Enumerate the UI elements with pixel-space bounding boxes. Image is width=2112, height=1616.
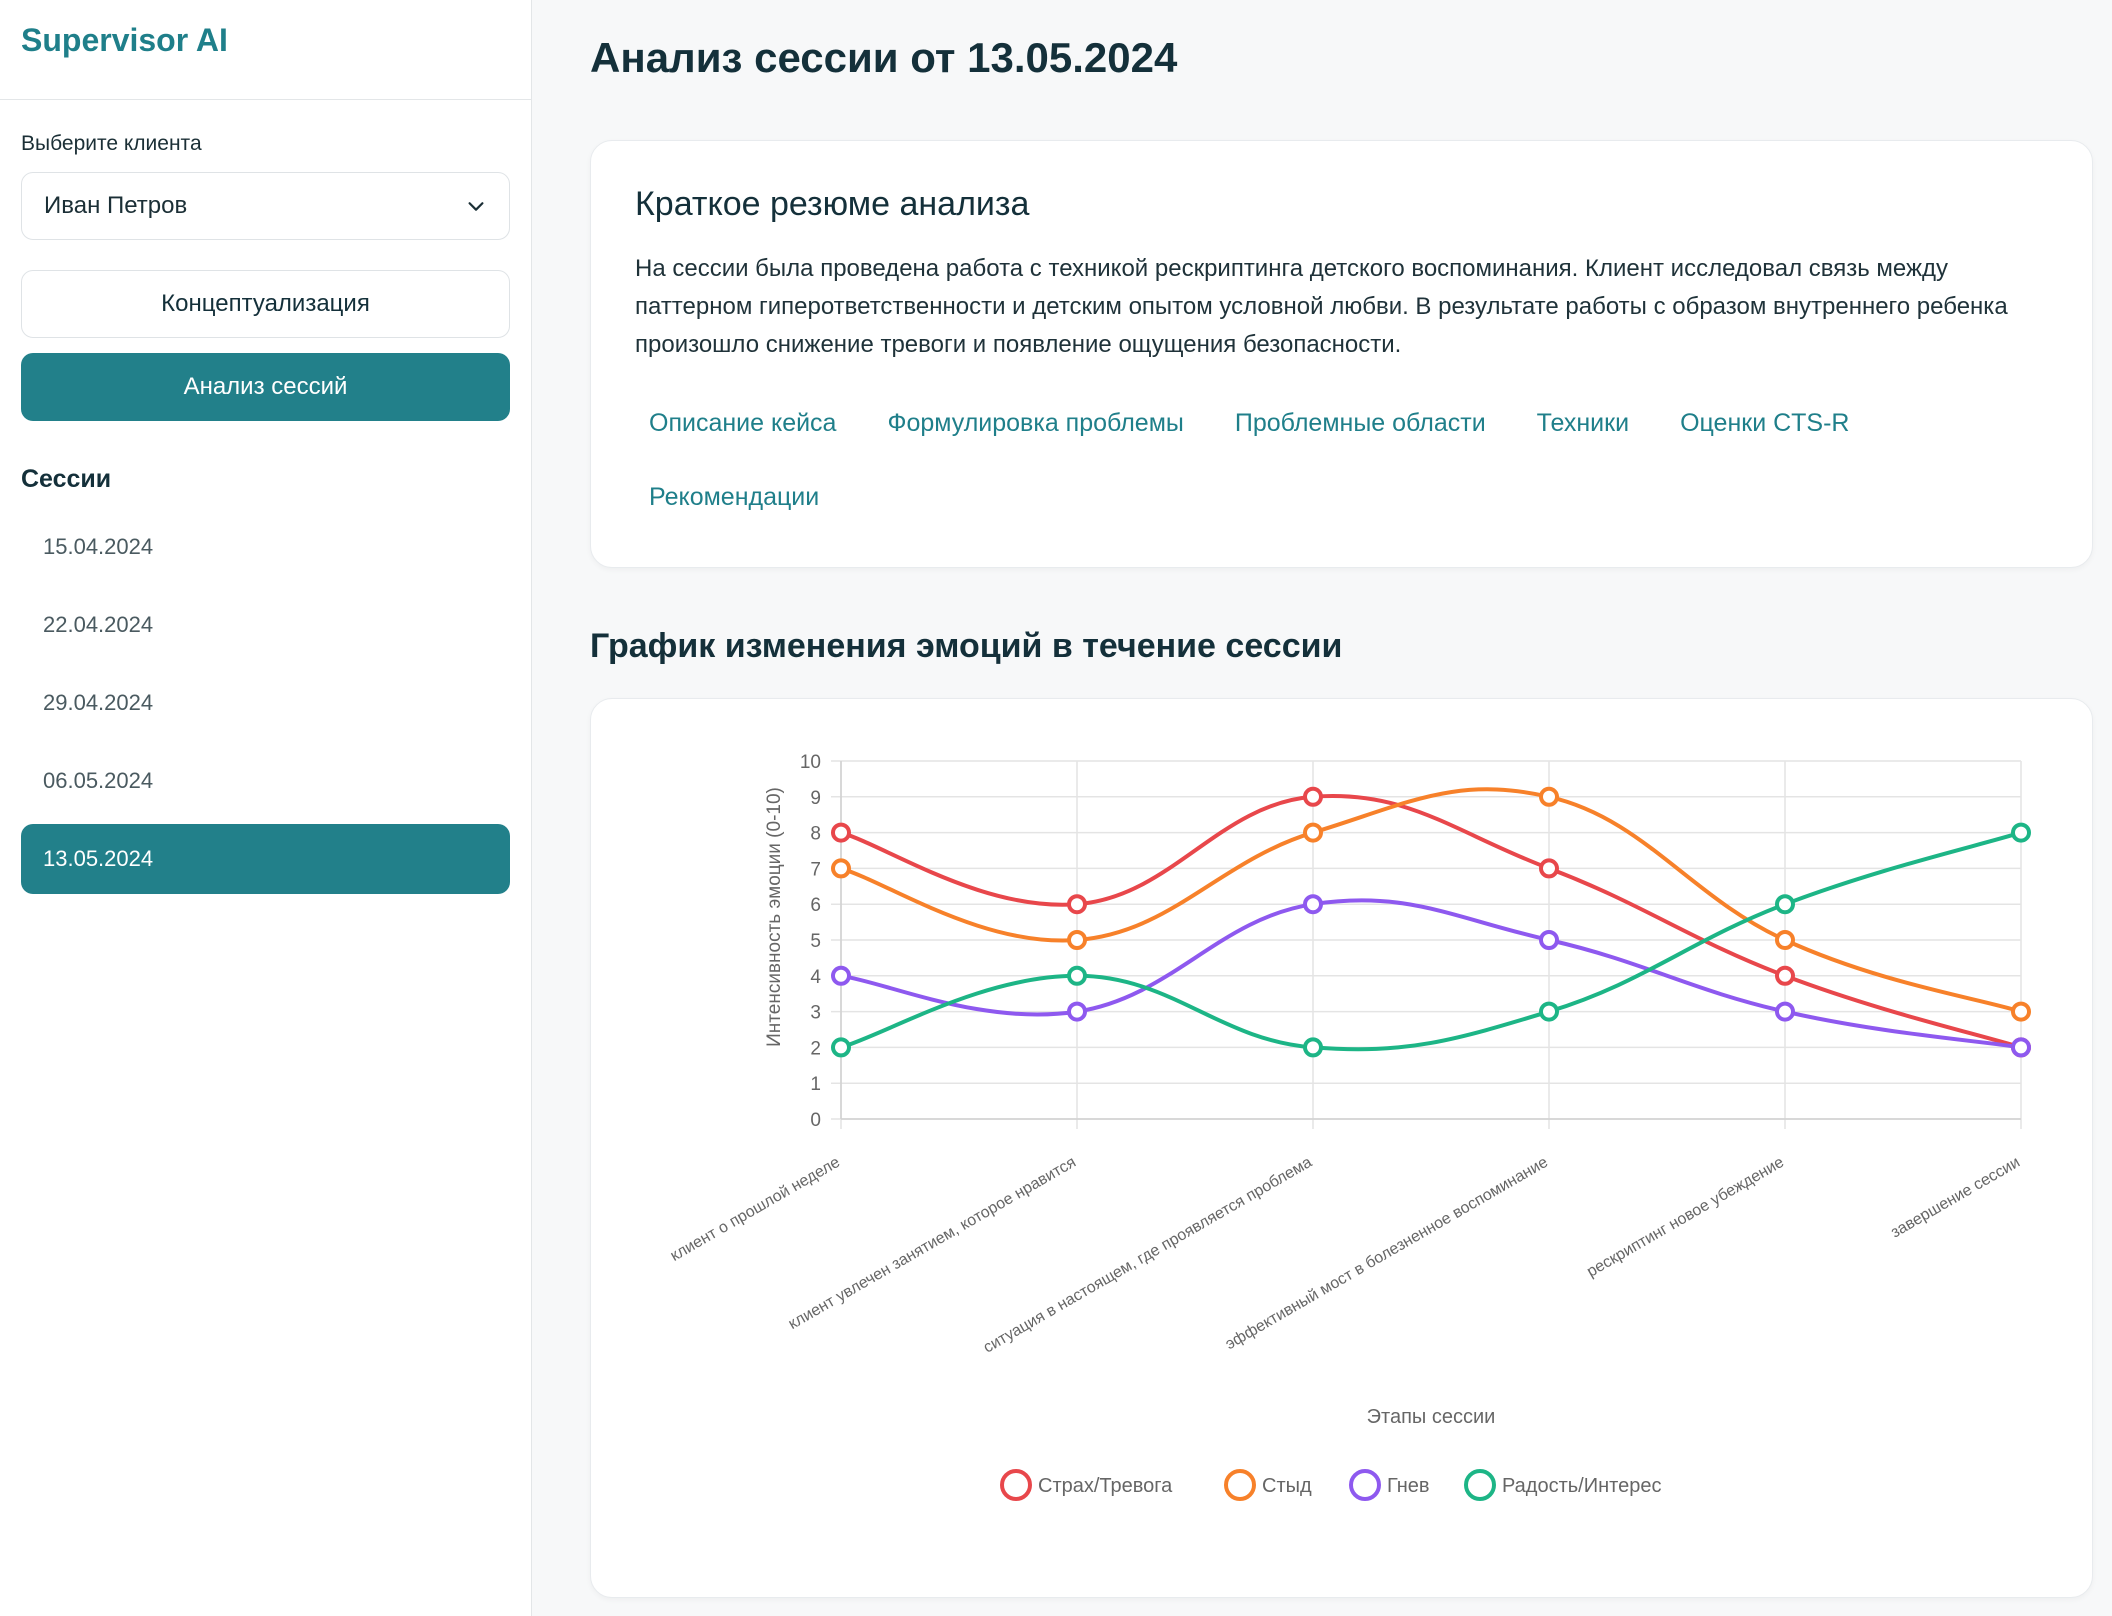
y-tick-label: 10 <box>800 752 821 773</box>
series-line <box>840 898 2022 1050</box>
legend-marker <box>1349 1469 1381 1501</box>
y-axis-label: Интенсивность эмоции (0-10) <box>764 787 785 1047</box>
x-tick-label: клиент увлечен занятием, которое нравитс… <box>786 1154 1079 1333</box>
data-point <box>1539 858 1559 879</box>
y-tick-label: 1 <box>810 1074 821 1095</box>
brand-header: Supervisor AI <box>0 0 531 100</box>
data-point <box>1775 965 1795 986</box>
data-point <box>1303 786 1323 807</box>
data-point <box>1067 965 1087 986</box>
session-list: 15.04.2024 22.04.2024 29.04.2024 06.05.2… <box>21 512 510 894</box>
tab-techniques[interactable]: Техники <box>1523 386 1643 460</box>
chart-card: 0 1 2 3 4 5 6 7 8 9 10 клиент о прошлой неделе клие… <box>590 698 2093 1598</box>
session-item[interactable]: 06.05.2024 <box>21 746 510 816</box>
y-tick-label: 7 <box>810 859 821 880</box>
data-point <box>1067 894 1087 915</box>
session-item[interactable]: 22.04.2024 <box>21 590 510 660</box>
brand-logo-text[interactable]: Supervisor AI <box>21 22 228 58</box>
y-tick-label: 9 <box>810 788 821 809</box>
session-analysis-button[interactable]: Анализ сессий <box>21 353 510 421</box>
chart-legend: Страх/Тревога Стыд Гнев Радость/Интерес <box>1000 1469 1661 1501</box>
chart-series-lines <box>840 787 2022 1052</box>
conceptualization-button[interactable]: Концептуализация <box>21 270 510 338</box>
tab-problem-areas[interactable]: Проблемные области <box>1221 386 1500 460</box>
x-axis-label: Этапы сессии <box>1367 1406 1496 1428</box>
x-tick-label: завершение сессии <box>1888 1154 2023 1242</box>
data-point <box>1067 1001 1087 1022</box>
tab-case-description[interactable]: Описание кейса <box>635 386 850 460</box>
sidebar-body: Выберите клиента Иван Петров Концептуали… <box>0 100 531 894</box>
legend-marker <box>1224 1469 1256 1501</box>
client-select[interactable]: Иван Петров <box>21 172 510 240</box>
y-tick-label: 6 <box>810 895 821 916</box>
data-point <box>831 822 851 843</box>
y-tick-label: 0 <box>810 1110 821 1131</box>
data-point <box>1539 1001 1559 1022</box>
chevron-down-icon <box>468 202 484 211</box>
legend-label: Стыд <box>1262 1475 1312 1497</box>
y-tick-label: 8 <box>810 824 821 845</box>
data-point <box>831 858 851 879</box>
session-item[interactable]: 15.04.2024 <box>21 512 510 582</box>
emotion-line-chart: 0 1 2 3 4 5 6 7 8 9 10 клиент о прошлой неделеклие… <box>668 752 2031 1501</box>
summary-card: Краткое резюме анализа На сессии была пр… <box>590 140 2093 568</box>
series-line <box>840 794 2022 1050</box>
tab-cts-r-scores[interactable]: Оценки CTS-R <box>1666 386 1863 460</box>
y-axis-ticks: 0 1 2 3 4 5 6 7 8 9 10 <box>800 752 822 1131</box>
tab-problem-formulation[interactable]: Формулировка проблемы <box>873 386 1197 460</box>
app-root: Supervisor AI Выберите клиента Иван Петр… <box>0 0 2112 1616</box>
client-select-label: Выберите клиента <box>21 132 202 155</box>
legend-marker <box>1000 1469 1032 1501</box>
data-point <box>2011 1037 2031 1058</box>
session-item[interactable]: 29.04.2024 <box>21 668 510 738</box>
legend-label: Страх/Тревога <box>1038 1475 1173 1497</box>
y-tick-label: 4 <box>810 967 821 988</box>
data-point <box>1539 786 1559 807</box>
legend-label: Гнев <box>1387 1475 1430 1497</box>
y-tick-label: 3 <box>810 1003 821 1024</box>
data-point <box>1775 930 1795 950</box>
legend-marker <box>1464 1469 1496 1501</box>
x-tick-label: рескриптинг новое убеждение <box>1584 1154 1787 1281</box>
x-tick-label: клиент о прошлой неделе <box>668 1154 843 1265</box>
chart-section-title: График изменения эмоций в течение сессии <box>590 627 1343 665</box>
main-content: Анализ сессии от 13.05.2024 Краткое резю… <box>532 0 2112 1616</box>
data-point <box>1303 894 1323 915</box>
data-point <box>1775 1001 1795 1022</box>
sidebar: Supervisor AI Выберите клиента Иван Петр… <box>0 0 532 1616</box>
y-tick-label: 5 <box>810 931 821 952</box>
data-point <box>1775 894 1795 915</box>
data-point <box>2011 1001 2031 1022</box>
legend-label: Радость/Интерес <box>1502 1475 1661 1497</box>
y-tick-label: 2 <box>810 1038 821 1059</box>
session-item-active[interactable]: 13.05.2024 <box>21 824 510 894</box>
analysis-tabs: Описание кейса Формулировка проблемы Про… <box>635 386 2055 534</box>
page-title: Анализ сессии от 13.05.2024 <box>590 34 1178 81</box>
data-point <box>831 1037 851 1058</box>
data-point <box>1303 822 1323 843</box>
summary-text: На сессии была проведена работа с техник… <box>635 255 2008 358</box>
series-line <box>840 830 2022 1052</box>
data-point <box>1067 930 1087 950</box>
data-point <box>2011 822 2031 843</box>
sessions-heading: Сессии <box>21 465 112 493</box>
tab-recommendations[interactable]: Рекомендации <box>635 460 833 534</box>
x-axis-ticks: клиент о прошлой неделеклиент увлечен за… <box>668 1154 2023 1357</box>
data-point <box>1303 1037 1323 1058</box>
client-select-value: Иван Петров <box>44 192 188 219</box>
data-point <box>831 965 851 986</box>
data-point <box>1539 930 1559 950</box>
summary-title: Краткое резюме анализа <box>635 185 1030 223</box>
